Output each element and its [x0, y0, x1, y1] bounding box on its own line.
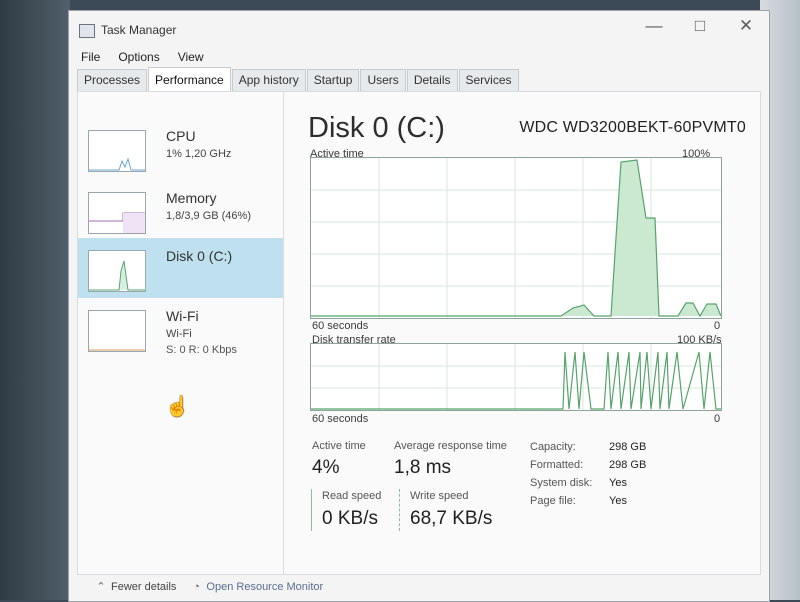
- system-disk-label: System disk:: [530, 477, 593, 489]
- capacity-value: 298 GB: [609, 441, 647, 453]
- cpu-thumbnail: [88, 130, 146, 172]
- formatted-value: 298 GB: [609, 459, 647, 471]
- disk-transfer-chart: [311, 344, 721, 410]
- tab-strip: Processes Performance App history Startu…: [77, 67, 769, 91]
- tab-performance[interactable]: Performance: [148, 67, 231, 91]
- tab-details[interactable]: Details: [406, 69, 458, 91]
- disk-thumbnail: [88, 250, 146, 292]
- active-time-stat-value: 4%: [312, 457, 340, 478]
- write-speed-label: Write speed: [410, 490, 469, 502]
- wifi-thumbnail: [88, 310, 146, 352]
- disk-transfer-graph: [310, 343, 722, 411]
- formatted-label: Formatted:: [530, 459, 584, 471]
- tab-processes[interactable]: Processes: [77, 69, 148, 91]
- active-time-x-right: 0: [714, 320, 721, 332]
- avg-response-label: Average response time: [394, 440, 507, 452]
- disk-thumbnail-graph: [89, 260, 145, 291]
- disk-transfer-x-left: 60 seconds: [312, 413, 369, 425]
- page-title: Disk 0 (C:): [308, 112, 445, 144]
- page-file-label: Page file:: [530, 495, 576, 507]
- menu-file[interactable]: File: [81, 50, 100, 64]
- sidebar-item-wifi[interactable]: Wi-Fi Wi-Fi S: 0 R: 0 Kbps: [78, 298, 283, 358]
- sidebar-item-memory-title: Memory: [166, 190, 217, 206]
- sidebar-item-cpu[interactable]: CPU 1% 1,20 GHz: [78, 118, 283, 178]
- tab-app-history[interactable]: App history: [231, 69, 306, 91]
- maximize-button[interactable]: □: [677, 11, 723, 41]
- sidebar-item-wifi-title: Wi-Fi: [166, 308, 199, 324]
- minimize-button[interactable]: —: [631, 11, 677, 41]
- read-speed-divider: [311, 489, 312, 531]
- memory-thumbnail-graph: [89, 212, 145, 233]
- active-time-chart: [311, 158, 721, 318]
- active-time-x-left: 60 seconds: [312, 320, 369, 332]
- write-speed-value: 68,7 KB/s: [410, 508, 493, 529]
- tab-users[interactable]: Users: [360, 69, 406, 91]
- window-title: Task Manager: [101, 23, 177, 37]
- task-manager-icon: [79, 24, 95, 38]
- performance-sidebar: CPU 1% 1,20 GHz Memory 1,8/3,9 GB (46%): [78, 92, 284, 574]
- page-file-value: Yes: [609, 495, 627, 507]
- avg-response-value: 1,8 ms: [394, 457, 452, 478]
- close-button[interactable]: ✕: [723, 11, 769, 41]
- system-disk-value: Yes: [609, 477, 627, 489]
- menu-options[interactable]: Options: [118, 50, 159, 64]
- sidebar-item-cpu-subtitle: 1% 1,20 GHz: [166, 148, 232, 160]
- write-speed-divider: [399, 489, 401, 531]
- desktop-left-background: [0, 0, 70, 600]
- sidebar-item-disk[interactable]: Disk 0 (C:) ☝: [78, 238, 283, 418]
- sidebar-item-disk-title: Disk 0 (C:): [166, 248, 233, 264]
- menu-bar: File Options View: [69, 47, 769, 67]
- active-time-graph: [310, 157, 722, 319]
- resource-monitor-icon: ◔: [193, 580, 200, 593]
- menu-view[interactable]: View: [178, 50, 204, 64]
- footer: ⌃ Fewer details ◔ Open Resource Monitor: [95, 580, 323, 594]
- fewer-details-button[interactable]: ⌃ Fewer details: [95, 580, 176, 593]
- read-speed-label: Read speed: [322, 490, 382, 502]
- task-manager-window: Task Manager — □ ✕ File Options View Pro…: [68, 10, 770, 602]
- title-bar: Task Manager — □ ✕: [69, 11, 769, 45]
- read-speed-value: 0 KB/s: [322, 508, 378, 529]
- sidebar-item-wifi-subtitle: Wi-Fi: [166, 328, 192, 340]
- fewer-details-label: Fewer details: [111, 581, 177, 593]
- performance-content: CPU 1% 1,20 GHz Memory 1,8/3,9 GB (46%): [77, 91, 761, 575]
- sidebar-item-memory[interactable]: Memory 1,8/3,9 GB (46%): [78, 180, 283, 240]
- sidebar-item-cpu-title: CPU: [166, 128, 196, 144]
- disk-transfer-x-right: 0: [714, 413, 721, 425]
- cpu-thumbnail-graph: [89, 157, 145, 171]
- disk-details-panel: Disk 0 (C:) WDC WD3200BEKT-60PVMT0 Activ…: [284, 92, 760, 574]
- tab-startup[interactable]: Startup: [306, 69, 360, 91]
- tab-services[interactable]: Services: [458, 69, 519, 91]
- capacity-label: Capacity:: [530, 441, 576, 453]
- chevron-up-icon: ⌃: [96, 581, 106, 593]
- memory-thumbnail: [88, 192, 146, 234]
- sidebar-item-wifi-speed: S: 0 R: 0 Kbps: [166, 344, 237, 356]
- open-resource-monitor-link[interactable]: ◔ Open Resource Monitor: [190, 581, 323, 593]
- sidebar-item-memory-subtitle: 1,8/3,9 GB (46%): [166, 210, 251, 222]
- open-resource-monitor-label: Open Resource Monitor: [206, 580, 324, 593]
- wifi-thumbnail-graph: [89, 349, 145, 351]
- pointer-cursor-icon: ☝: [165, 396, 190, 418]
- disk-model: WDC WD3200BEKT-60PVMT0: [519, 119, 746, 136]
- active-time-stat-label: Active time: [312, 440, 366, 452]
